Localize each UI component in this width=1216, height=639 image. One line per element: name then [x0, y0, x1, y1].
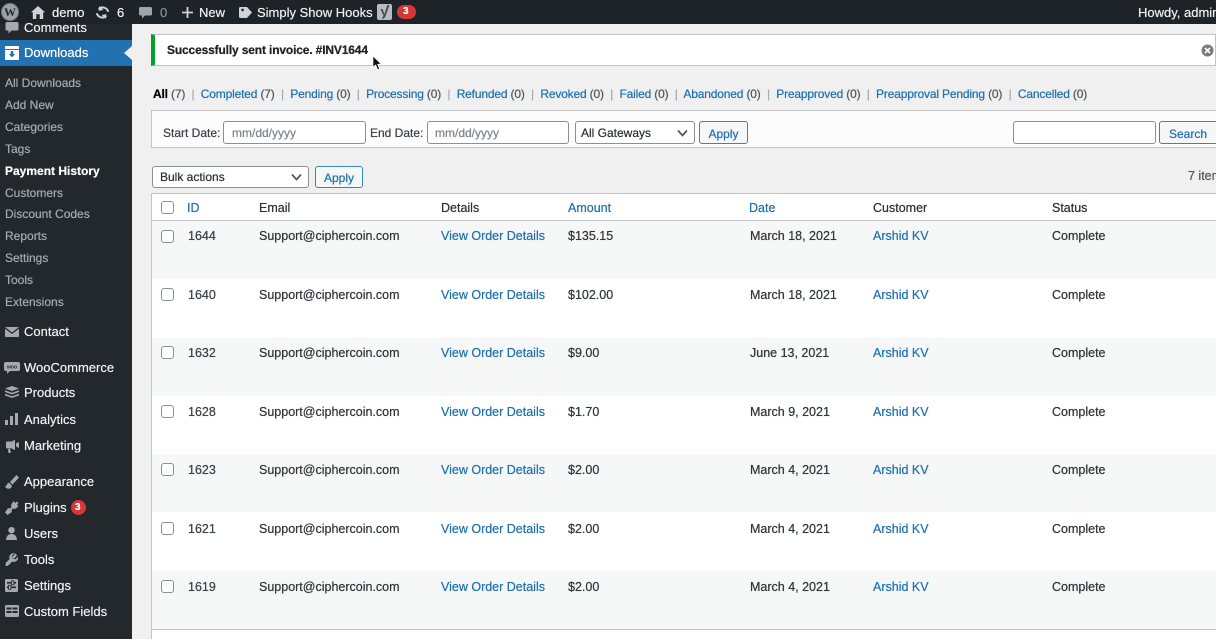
svg-text:W: W: [4, 5, 16, 19]
svg-text:woo: woo: [6, 365, 17, 371]
